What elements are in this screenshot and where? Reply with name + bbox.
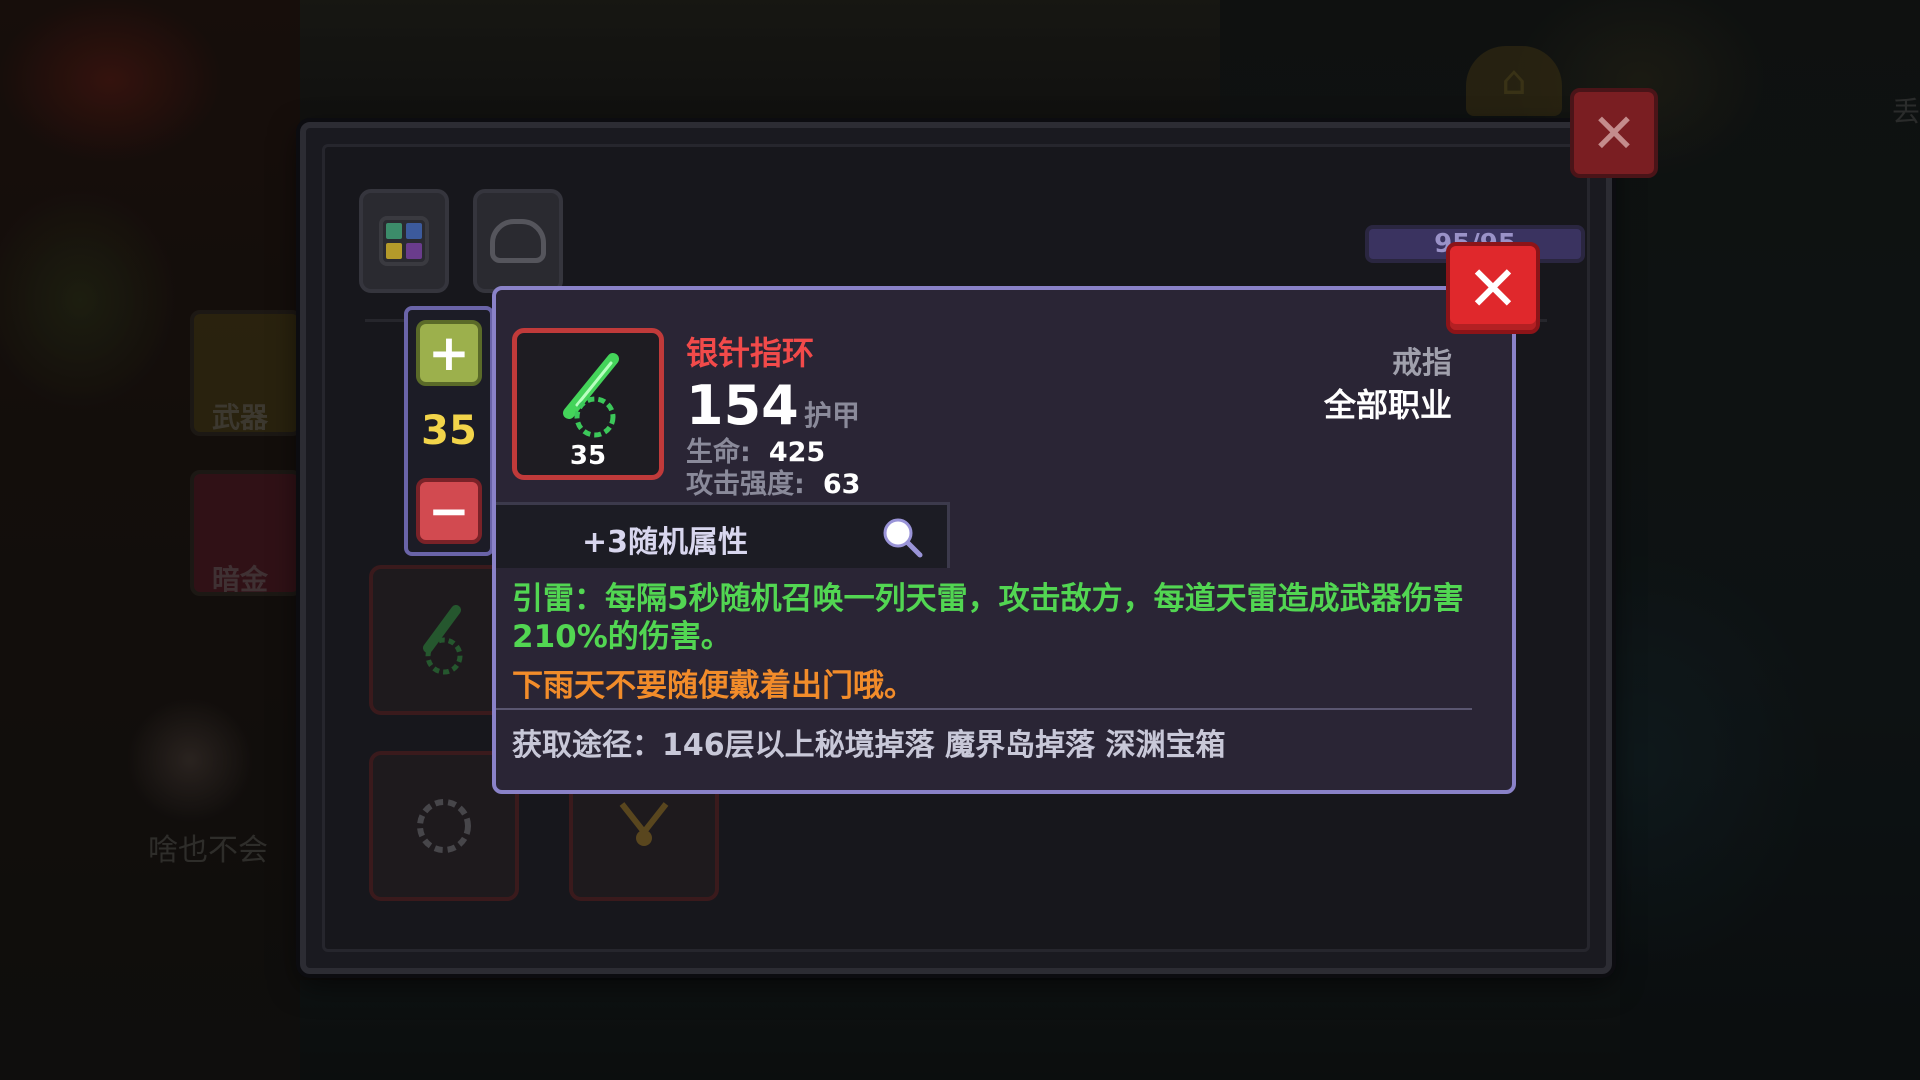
level-increase-button[interactable]: +: [416, 320, 482, 386]
item-name: 银针指环: [686, 334, 815, 372]
detail-close-button[interactable]: ✕: [1446, 242, 1540, 334]
plus-icon: +: [428, 324, 470, 382]
stat-value: 63: [822, 469, 861, 500]
item-acquisition-source: 获取途径：146层以上秘境掉落 魔界岛掉落 深渊宝箱: [512, 728, 1226, 763]
item-class-restriction: 全部职业: [1323, 386, 1452, 424]
close-icon: ✕: [1467, 251, 1519, 325]
tab-inventory-grid[interactable]: [359, 189, 449, 293]
magnifier-icon[interactable]: [880, 515, 924, 559]
item-icon-frame: 35: [512, 328, 664, 480]
random-attributes-row[interactable]: +3随机属性: [496, 502, 950, 568]
item-flavor-text: 下雨天不要随便戴着出门哦。: [512, 668, 915, 704]
inventory-close-button[interactable]: ✕: [1570, 88, 1658, 178]
silver-needle-ring-icon: [563, 353, 619, 438]
grid-icon: [379, 216, 429, 266]
random-attributes-label: +3随机属性: [582, 525, 749, 560]
tab-pot[interactable]: [473, 189, 563, 293]
stat-label: 攻击强度:: [686, 469, 805, 500]
level-value: 35: [421, 408, 477, 454]
item-score-type: 护甲: [804, 399, 861, 432]
item-level-label: 35: [569, 441, 607, 471]
item-armor-score: 154: [686, 374, 799, 437]
level-decrease-button[interactable]: −: [416, 478, 482, 544]
item-detail-panel: 35 银针指环 154 护甲 生命: 425 攻击强度: 63 戒指 全部职业 +3…: [492, 286, 1516, 794]
pot-icon: [490, 219, 546, 263]
source-divider: [496, 708, 1472, 710]
item-special-effect: 引雷：每隔5秒随机召唤一列天雷，攻击敌方，每道天雷造成武器伤害210%的伤害。: [512, 581, 1464, 655]
stat-line-attack-power: 攻击强度: 63: [686, 462, 860, 501]
item-slot-type: 戒指: [1392, 346, 1452, 381]
close-icon: ✕: [1591, 101, 1637, 165]
minus-icon: −: [428, 482, 470, 540]
level-stepper: + 35 −: [404, 306, 494, 556]
